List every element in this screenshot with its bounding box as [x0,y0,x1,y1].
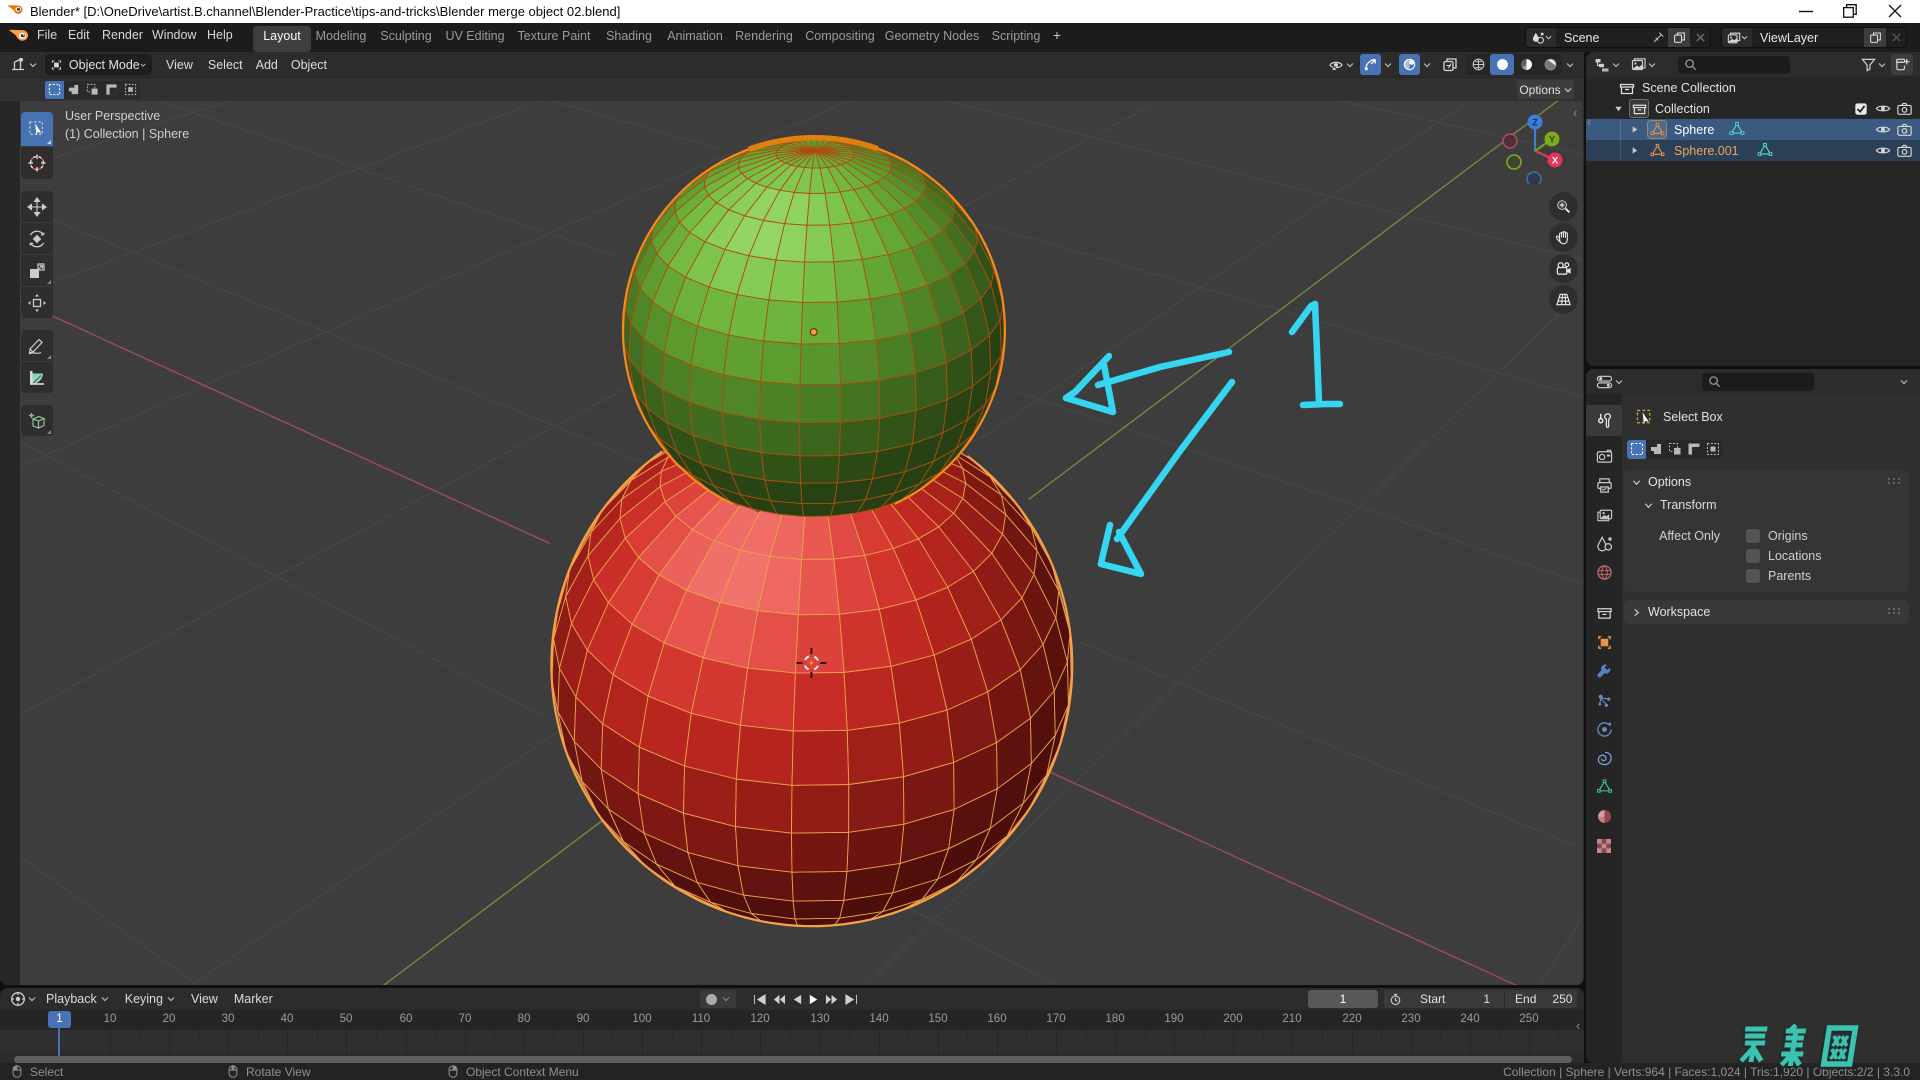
svg-text:Y: Y [1549,134,1556,145]
svg-text:X: X [1552,155,1559,166]
svg-text:Z: Z [1532,117,1538,128]
